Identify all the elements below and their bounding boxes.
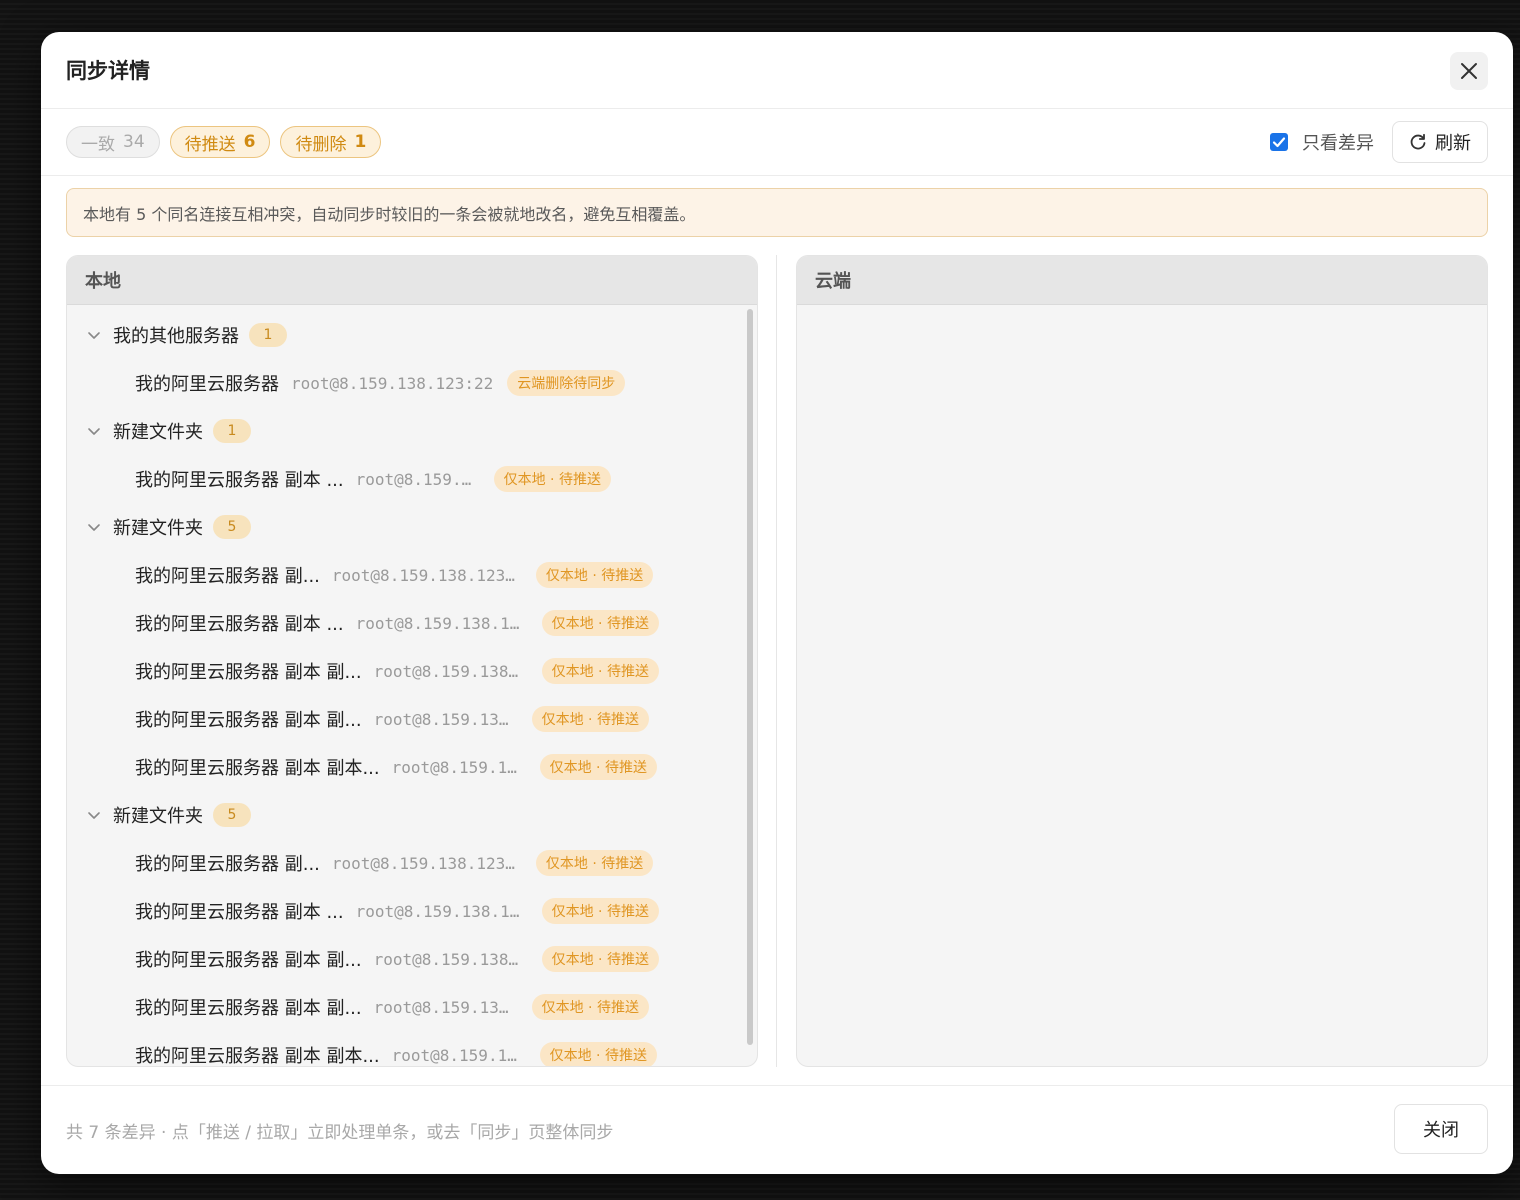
group-count-badge: 5 — [213, 515, 251, 539]
sync-details-dialog: 同步详情 一致 34 待推送 6 待删除 1 只看差异 刷新 本地有 5 个同名… — [41, 32, 1513, 1174]
toolbar-actions: 只看差异 刷新 — [1270, 109, 1488, 175]
footer-summary: 共 7 条差异 · 点「推送 / 拉取」立即处理单条，或去「同步」页整体同步 — [66, 1122, 614, 1143]
connection-host: root@8.159.1... — [391, 757, 526, 777]
connection-row[interactable]: 我的阿里云服务器 副本 ... root@8.159.138.1... 仅本地 · … — [67, 891, 757, 931]
tree-group[interactable]: 我的其他服务器 1 — [67, 315, 757, 355]
connection-name: 我的阿里云服务器 副本 ... — [135, 470, 344, 491]
sync-status-badge: 仅本地 · 待推送 — [539, 1042, 657, 1066]
connection-host: root@8.159.1... — [391, 1045, 526, 1065]
connection-host: root@8.159.138.1... — [355, 613, 528, 633]
conflict-notice: 本地有 5 个同名连接互相冲突，自动同步时较旧的一条会被就地改名，避免互相覆盖。 — [66, 188, 1488, 237]
group-name: 新建文件夹 — [113, 518, 203, 539]
connection-row[interactable]: 我的阿里云服务器 副本 副本... root@8.159.1... 仅本地 · 待推… — [67, 747, 757, 787]
sync-status-badge: 仅本地 · 待推送 — [531, 994, 649, 1020]
connection-name: 我的阿里云服务器 副本 副本... — [135, 1046, 380, 1067]
panel-divider — [776, 255, 777, 1067]
group-name: 新建文件夹 — [113, 422, 203, 443]
connection-host: root@8.159.138.123:22 — [291, 373, 494, 393]
connection-row[interactable]: 我的阿里云服务器 副本 ... root@8.159.138.1... 仅本地 · … — [67, 603, 757, 643]
connection-name: 我的阿里云服务器 副本 副... — [135, 662, 362, 683]
refresh-icon — [1410, 133, 1426, 150]
refresh-label: 刷新 — [1435, 133, 1471, 154]
group-count-badge: 1 — [213, 419, 251, 443]
checkmark-icon — [1272, 137, 1286, 148]
chevron-down-icon[interactable] — [87, 808, 101, 822]
tree-group[interactable]: 新建文件夹 5 — [67, 507, 757, 547]
sync-status-badge: 仅本地 · 待推送 — [541, 946, 659, 972]
connection-row[interactable]: 我的阿里云服务器 副本 副... root@8.159.138... 仅本地 · 待… — [67, 939, 757, 979]
filter-chip-count: 34 — [123, 132, 145, 152]
connection-host: root@8.159.13... — [373, 997, 518, 1017]
connection-name: 我的阿里云服务器 副本 ... — [135, 902, 344, 923]
tree-group[interactable]: 新建文件夹 5 — [67, 795, 757, 835]
connection-name: 我的阿里云服务器 副... — [135, 854, 320, 875]
dialog-title: 同步详情 — [66, 59, 150, 83]
connection-host: root@8.159.138.123... — [331, 565, 522, 585]
filter-chip-consistent[interactable]: 一致 34 — [66, 126, 160, 158]
filter-chip-label: 待删除 — [295, 134, 347, 155]
connection-host: root@8.159.... — [355, 469, 480, 489]
connection-host: root@8.159.138.123... — [331, 853, 522, 873]
sync-status-badge: 仅本地 · 待推送 — [535, 850, 654, 876]
refresh-button[interactable]: 刷新 — [1392, 121, 1488, 163]
local-panel: 本地 我的其他服务器 1 我的阿里云服务器 root@8.159.138.123:22… — [66, 255, 758, 1067]
close-icon — [1461, 63, 1477, 79]
group-count-badge: 5 — [213, 803, 251, 827]
sync-status-badge: 仅本地 · 待推送 — [539, 754, 657, 780]
group-count-badge: 1 — [249, 323, 287, 347]
filter-chip-pending-push[interactable]: 待推送 6 — [169, 126, 271, 158]
connection-name: 我的阿里云服务器 副本 副... — [135, 710, 362, 731]
chevron-down-icon[interactable] — [87, 424, 101, 438]
close-dialog-button[interactable] — [1450, 52, 1488, 90]
connection-host: root@8.159.138.1... — [355, 901, 528, 921]
sync-status-badge: 仅本地 · 待推送 — [493, 466, 611, 492]
connection-row[interactable]: 我的阿里云服务器 副本 副... root@8.159.13... 仅本地 · 待推… — [67, 699, 757, 739]
connection-row[interactable]: 我的阿里云服务器 副本 副... root@8.159.138... 仅本地 · 待… — [67, 651, 757, 691]
cloud-panel: 云端 — [796, 255, 1488, 1067]
filter-chip-label: 一致 — [81, 134, 115, 155]
filter-chip-label: 待推送 — [184, 134, 236, 155]
cloud-tree — [797, 305, 1487, 1066]
sync-status-badge: 仅本地 · 待推送 — [535, 562, 654, 588]
dialog-header: 同步详情 — [41, 32, 1513, 109]
connection-row[interactable]: 我的阿里云服务器 副本 副... root@8.159.13... 仅本地 · 待推… — [67, 987, 757, 1027]
tree-group[interactable]: 新建文件夹 1 — [67, 411, 757, 451]
filter-chip-pending-delete[interactable]: 待删除 1 — [280, 126, 382, 158]
group-name: 新建文件夹 — [113, 806, 203, 827]
local-tree: 我的其他服务器 1 我的阿里云服务器 root@8.159.138.123:22 云端删… — [67, 305, 757, 1067]
connection-row[interactable]: 我的阿里云服务器 副... root@8.159.138.123... 仅本地 · … — [67, 843, 757, 883]
close-button[interactable]: 关闭 — [1394, 1104, 1488, 1154]
sync-status-badge: 云端删除待同步 — [507, 370, 626, 396]
filter-toolbar: 一致 34 待推送 6 待删除 1 只看差异 刷新 — [41, 109, 1513, 176]
group-name: 我的其他服务器 — [113, 326, 239, 347]
sync-status-badge: 仅本地 · 待推送 — [531, 706, 649, 732]
sync-status-badge: 仅本地 · 待推送 — [541, 658, 659, 684]
diff-only-checkbox[interactable] — [1270, 133, 1288, 151]
connection-name: 我的阿里云服务器 副本 副... — [135, 998, 362, 1019]
connection-row[interactable]: 我的阿里云服务器 副... root@8.159.138.123... 仅本地 · … — [67, 555, 757, 595]
sync-status-badge: 仅本地 · 待推送 — [541, 610, 659, 636]
dialog-footer: 共 7 条差异 · 点「推送 / 拉取」立即处理单条，或去「同步」页整体同步 关… — [41, 1085, 1513, 1174]
diff-only-label[interactable]: 只看差异 — [1302, 129, 1374, 155]
connection-row[interactable]: 我的阿里云服务器 副本 ... root@8.159.... 仅本地 · 待推送 — [67, 459, 757, 499]
connection-name: 我的阿里云服务器 副本 副本... — [135, 758, 380, 779]
sync-status-badge: 仅本地 · 待推送 — [541, 898, 659, 924]
connection-host: root@8.159.138... — [373, 949, 528, 969]
cloud-panel-title: 云端 — [797, 256, 1487, 305]
connection-host: root@8.159.138... — [373, 661, 528, 681]
connection-host: root@8.159.13... — [373, 709, 518, 729]
connection-name: 我的阿里云服务器 — [135, 374, 279, 395]
connection-name: 我的阿里云服务器 副... — [135, 566, 320, 587]
filter-chip-count: 1 — [354, 132, 367, 152]
filter-chip-count: 6 — [243, 132, 256, 152]
local-panel-title: 本地 — [67, 256, 757, 305]
connection-row[interactable]: 我的阿里云服务器 root@8.159.138.123:22 云端删除待同步 — [67, 363, 757, 403]
connection-name: 我的阿里云服务器 副本 副... — [135, 950, 362, 971]
chevron-down-icon[interactable] — [87, 520, 101, 534]
chevron-down-icon[interactable] — [87, 328, 101, 342]
connection-name: 我的阿里云服务器 副本 ... — [135, 614, 344, 635]
connection-row[interactable]: 我的阿里云服务器 副本 副本... root@8.159.1... 仅本地 · 待推… — [67, 1035, 757, 1067]
